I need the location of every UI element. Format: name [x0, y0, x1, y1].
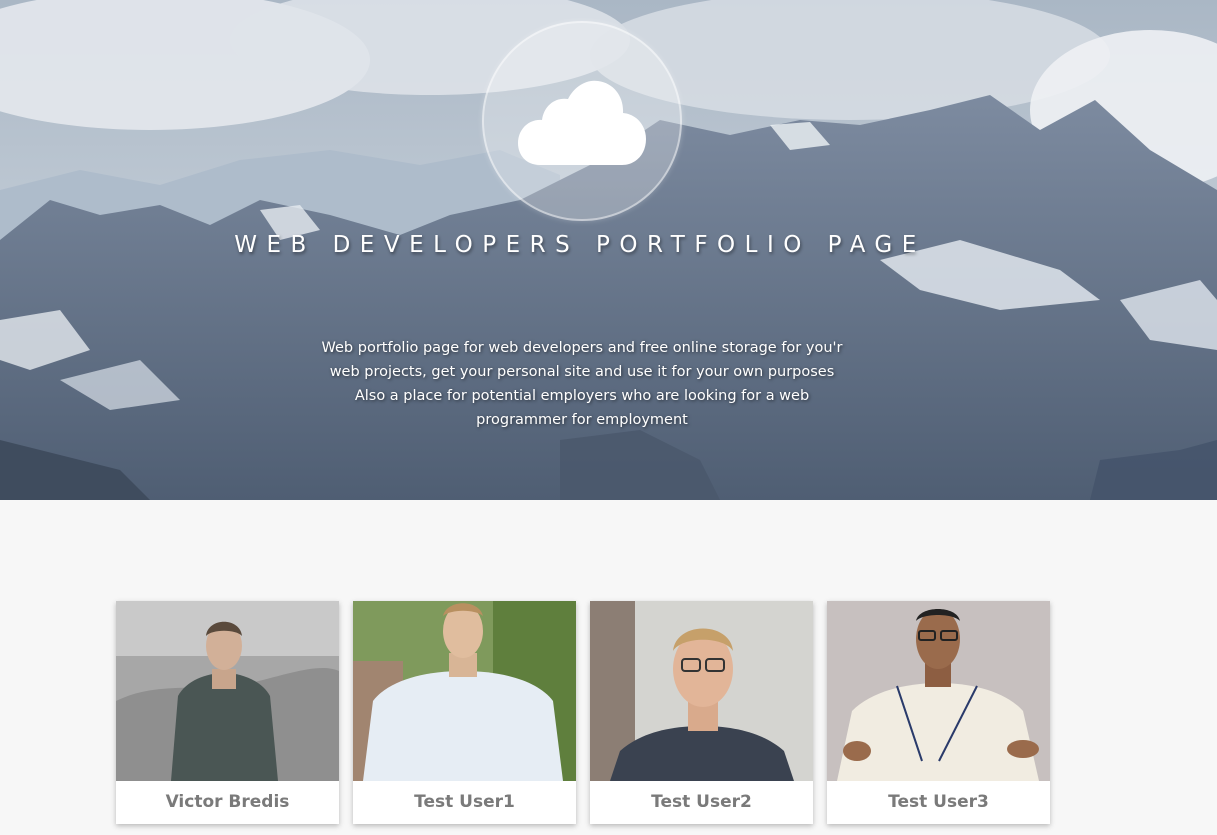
user-photo[interactable] — [116, 601, 339, 781]
user-photo[interactable] — [353, 601, 576, 781]
user-name[interactable]: Victor Bredis — [116, 781, 339, 824]
description-line: web projects, get your personal site and… — [329, 364, 835, 380]
page-title: WEB DEVELOPERS PORTFOLIO PAGE — [234, 232, 926, 258]
user-name[interactable]: Test User2 — [590, 781, 813, 824]
hero-description: Web portfolio page for web developers an… — [262, 336, 902, 432]
description-line: Web portfolio page for web developers an… — [321, 340, 843, 356]
user-name[interactable]: Test User1 — [353, 781, 576, 824]
user-photo[interactable] — [590, 601, 813, 781]
user-card-test-user3[interactable]: Test User3 — [827, 601, 1050, 824]
description-line: programmer for employment — [476, 412, 688, 428]
user-name[interactable]: Test User3 — [827, 781, 1050, 824]
hero-banner: WEB DEVELOPERS PORTFOLIO PAGE Web portfo… — [0, 0, 1217, 500]
user-card-test-user1[interactable]: Test User1 — [353, 601, 576, 824]
user-cards: Victor Bredis Test User1 Test User2 Test… — [116, 601, 1050, 824]
user-photo[interactable] — [827, 601, 1050, 781]
cloud-icon — [518, 80, 646, 165]
description-line: Also a place for potential employers who… — [354, 388, 810, 404]
logo-circle — [482, 21, 682, 221]
user-card-test-user2[interactable]: Test User2 — [590, 601, 813, 824]
user-card-victor-bredis[interactable]: Victor Bredis — [116, 601, 339, 824]
